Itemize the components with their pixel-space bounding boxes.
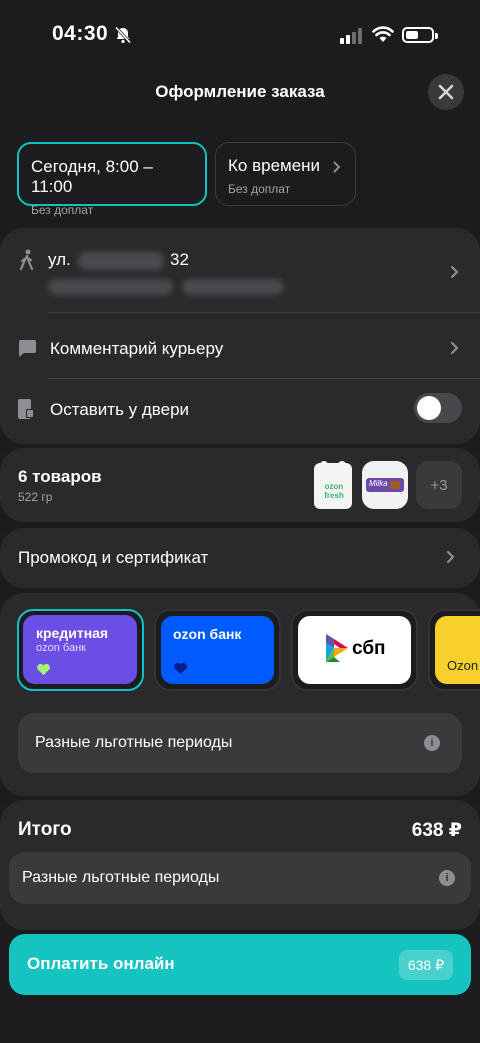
promo-label: Промокод и сертификат (18, 548, 209, 567)
delivery-slot-title: Сегодня, 8:00 – 11:00 (31, 157, 153, 196)
items-count: 6 товаров (18, 467, 102, 486)
item-thumbnail: Milka (362, 461, 408, 509)
delivery-slot-subtitle: Без доплат (228, 182, 291, 196)
grace-period-label: Разные льготные периоды (22, 869, 220, 886)
address-street-prefix: ул. (48, 250, 71, 269)
total-label: Итого (18, 819, 72, 840)
payment-card-ozon-bank[interactable]: ozon банк (154, 609, 281, 691)
payment-card-subtitle: ozon банк (36, 642, 86, 654)
page-title: Оформление заказа (155, 82, 325, 101)
status-bar: 04:30 (0, 0, 480, 70)
status-time: 04:30 (52, 22, 109, 45)
chocolate-bar-icon: Milka (366, 478, 404, 492)
info-icon: i (439, 870, 455, 886)
payment-card-sbp[interactable]: сбп (291, 609, 418, 691)
grace-period-info-row[interactable]: Разные льготные периоды i (18, 713, 462, 773)
divider (48, 312, 480, 313)
chevron-right-icon (450, 265, 459, 279)
walking-person-icon (19, 249, 34, 271)
delivery-slot-by-time[interactable]: Ко времени Без доплат (215, 142, 356, 206)
more-items-badge[interactable]: +3 (416, 461, 462, 509)
wifi-icon (372, 26, 394, 42)
bell-muted-icon (114, 26, 132, 44)
close-icon (438, 84, 454, 100)
thumb-label: Milka (369, 479, 388, 488)
payment-card-ozon-card[interactable]: Ozon (428, 609, 480, 691)
payment-card-title: Ozon (447, 658, 479, 673)
pay-online-button[interactable]: Оплатить онлайн 638 ₽ (9, 934, 471, 995)
info-icon: i (424, 735, 440, 751)
delivery-slot-subtitle: Без доплат (31, 203, 94, 217)
leave-at-door-toggle[interactable] (414, 393, 462, 423)
chat-bubble-icon (18, 340, 36, 357)
delivery-slot-today[interactable]: Сегодня, 8:00 – 11:00 Без доплат (17, 142, 207, 217)
total-amount: 638 ₽ (411, 820, 462, 841)
chevron-right-icon (446, 550, 455, 564)
heart-icon (174, 662, 187, 675)
sbp-logo-icon (326, 634, 348, 662)
courier-comment-label: Комментарий курьеру (50, 339, 224, 358)
leave-at-door-label: Оставить у двери (50, 400, 190, 419)
payment-card-title: ozon банк (173, 626, 242, 642)
address-redacted-street (78, 252, 164, 270)
address-house-number: 32 (170, 250, 189, 269)
toggle-knob (417, 396, 441, 420)
grace-period-label: Разные льготные периоды (35, 734, 233, 751)
cellular-signal-icon (340, 28, 362, 44)
door-icon (18, 399, 34, 419)
heart-icon (37, 663, 50, 676)
close-button[interactable] (428, 74, 464, 110)
total-grace-period-row[interactable]: Разные льготные периоды i (9, 852, 471, 904)
payment-card-title: сбп (352, 638, 386, 659)
ozon-fresh-bag-icon: ozon fresh (314, 461, 352, 509)
divider (48, 378, 480, 379)
address-redacted-detail (48, 279, 173, 295)
thumb-label: ozon fresh (324, 482, 344, 500)
address-redacted-detail (182, 279, 284, 295)
pay-online-label: Оплатить онлайн (27, 954, 175, 973)
chevron-right-icon (333, 161, 341, 173)
pay-online-price: 638 ₽ (398, 950, 453, 980)
chevron-right-icon (450, 341, 459, 355)
items-weight: 522 гр (18, 490, 53, 504)
delivery-slot-title: Ко времени (228, 156, 321, 175)
item-thumbnail: ozon fresh (310, 461, 356, 509)
payment-card-credit[interactable]: кредитная ozon банк (17, 609, 144, 691)
battery-icon (402, 27, 438, 43)
payment-card-title: кредитная (36, 625, 109, 641)
